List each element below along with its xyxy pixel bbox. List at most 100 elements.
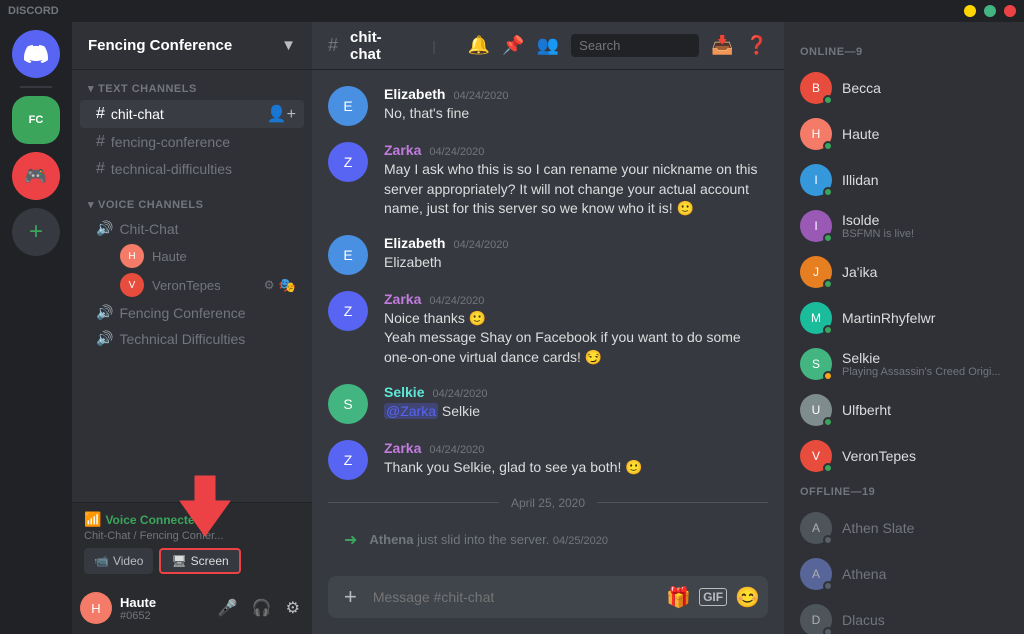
maximize-btn[interactable] [984, 5, 996, 17]
member-info: Athena [842, 566, 886, 582]
deafen-button[interactable]: 🎧 [248, 594, 276, 622]
add-server-btn[interactable]: + [12, 208, 60, 256]
gif-icon[interactable]: GIF [699, 588, 727, 606]
add-attachment-button[interactable]: + [336, 576, 365, 618]
msg-header: Zarka 04/24/2020 [384, 142, 768, 158]
notification-icon[interactable]: 🔔 [468, 35, 490, 56]
member-selkie[interactable]: S Selkie Playing Assassin's Creed Origi.… [792, 342, 1016, 386]
mute-button[interactable]: 🎤 [214, 594, 242, 622]
inbox-icon[interactable]: 📥 [711, 35, 733, 56]
member-becca[interactable]: B Becca [792, 66, 1016, 110]
hash-icon-2: # [96, 133, 105, 151]
voice-technical-difficulties[interactable]: 🔊 Technical Difficulties [80, 326, 304, 351]
emoji-icon[interactable]: 😊 [735, 585, 760, 610]
member-avatar: A [800, 558, 832, 590]
server-2[interactable]: 🎮 [12, 152, 60, 200]
channel-name-fencing: fencing-conference [111, 134, 230, 150]
text-channels-caret: ▾ [88, 82, 94, 95]
msg-avatar: Z [328, 291, 368, 331]
add-user-icon[interactable]: 👤+ [267, 104, 296, 124]
member-martinrhyfelwr[interactable]: M MartinRhyfelwr [792, 296, 1016, 340]
member-illidan[interactable]: I Illidan [792, 158, 1016, 202]
discord-home-button[interactable] [12, 30, 60, 78]
member-info: MartinRhyfelwr [842, 310, 935, 326]
voice-fencing-conference[interactable]: 🔊 Fencing Conference [80, 300, 304, 325]
input-icons: 🎁 GIF 😊 [666, 585, 760, 610]
settings-button[interactable]: ⚙ [282, 594, 304, 622]
camera-icon: 📹 [94, 554, 109, 568]
channel-item-fencing-conference[interactable]: # fencing-conference [80, 129, 304, 155]
msg-text-2: Yeah message Shay on Facebook if you wan… [384, 328, 768, 367]
member-jaika[interactable]: J Ja'ika [792, 250, 1016, 294]
msg-timestamp: 04/24/2020 [429, 146, 484, 158]
channel-item-technical-difficulties[interactable]: # technical-difficulties [80, 156, 304, 182]
voice-action-buttons: 📹 Video 🖥 Screen [84, 548, 300, 574]
member-name: Haute [842, 126, 879, 142]
member-avatar: B [800, 72, 832, 104]
voice-connected-location: Chit-Chat / Fencing Confer... [84, 530, 300, 542]
search-input[interactable] [571, 34, 699, 57]
server-name-header[interactable]: Fencing Conference ▼ [72, 22, 312, 70]
message-input[interactable] [365, 578, 666, 616]
status-dot [823, 325, 833, 335]
hash-icon: # [96, 105, 105, 123]
server-list: FC 🎮 + [0, 22, 72, 634]
member-ulfberht[interactable]: U Ulfberht [792, 388, 1016, 432]
member-isolde[interactable]: I Isolde BSFMN is live! [792, 204, 1016, 248]
msg-header: Zarka 04/24/2020 [384, 440, 768, 456]
minimize-btn[interactable] [964, 5, 976, 17]
msg-timestamp: 04/24/2020 [429, 444, 484, 456]
gift-icon[interactable]: 🎁 [666, 585, 691, 610]
help-icon[interactable]: ❓ [746, 35, 768, 56]
voice-channels-header[interactable]: ▾ VOICE CHANNELS [72, 194, 312, 215]
msg-timestamp: 04/24/2020 [429, 295, 484, 307]
member-dlacus[interactable]: D Dlacus [792, 598, 1016, 634]
msg-text: Noice thanks 🙂 [384, 309, 768, 329]
member-name: Athen Slate [842, 520, 914, 536]
screen-share-button[interactable]: 🖥 Screen [159, 548, 240, 574]
pin-icon[interactable]: 📌 [502, 35, 524, 56]
member-athena[interactable]: A Athena [792, 552, 1016, 596]
msg-avatar: Z [328, 440, 368, 480]
server-menu-chevron: ▼ [281, 37, 296, 54]
verontepes-voice-avatar: V [120, 273, 144, 297]
msg-avatar: Z [328, 142, 368, 182]
voice-chit-chat[interactable]: 🔊 Chit-Chat [80, 216, 304, 241]
chat-channel-name: chit-chat [350, 29, 412, 63]
member-haute[interactable]: H Haute [792, 112, 1016, 156]
member-avatar: U [800, 394, 832, 426]
member-verontepes[interactable]: V VeronTepes [792, 434, 1016, 478]
fencing-conference-server[interactable]: FC [12, 96, 60, 144]
message-group: S Selkie 04/24/2020 @Zarka Selkie [328, 384, 768, 424]
msg-content: Elizabeth 04/24/2020 Elizabeth [384, 235, 768, 275]
video-button[interactable]: 📹 Video [84, 548, 153, 574]
member-name: Dlacus [842, 612, 885, 628]
haute-voice-name: Haute [152, 249, 187, 264]
member-athen-slate[interactable]: A Athen Slate [792, 506, 1016, 550]
voice-member-verontepes[interactable]: V VeronTepes ⚙ 🎭 [80, 271, 304, 299]
member-avatar: D [800, 604, 832, 634]
close-btn[interactable] [1004, 5, 1016, 17]
member-avatar: V [800, 440, 832, 472]
msg-header: Elizabeth 04/24/2020 [384, 86, 768, 102]
voice-channel-name-fencing: Fencing Conference [119, 305, 245, 321]
msg-avatar: S [328, 384, 368, 424]
voice-channel-name-tech: Technical Difficulties [119, 331, 245, 347]
members-icon[interactable]: 👥 [537, 35, 559, 56]
status-dot [823, 141, 833, 151]
member-info: Haute [842, 126, 879, 142]
status-dot [823, 371, 833, 381]
user-controls: 🎤 🎧 ⚙ [214, 594, 304, 622]
msg-content: Zarka 04/24/2020 Noice thanks 🙂 Yeah mes… [384, 291, 768, 368]
status-dot [823, 627, 833, 634]
channel-name-chit-chat: chit-chat [111, 106, 164, 122]
voice-member-haute[interactable]: H Haute [80, 242, 304, 270]
member-name: Selkie [842, 350, 1001, 366]
channel-item-chit-chat[interactable]: # chit-chat 👤+ [80, 100, 304, 128]
text-channels-header[interactable]: ▾ TEXT CHANNELS [72, 78, 312, 99]
status-dot [823, 535, 833, 545]
speaker-icon-3: 🔊 [96, 330, 113, 347]
member-info: Ulfberht [842, 402, 891, 418]
header-icons: 🔔 📌 👥 📥 ❓ [468, 34, 768, 57]
member-info: VeronTepes [842, 448, 916, 464]
